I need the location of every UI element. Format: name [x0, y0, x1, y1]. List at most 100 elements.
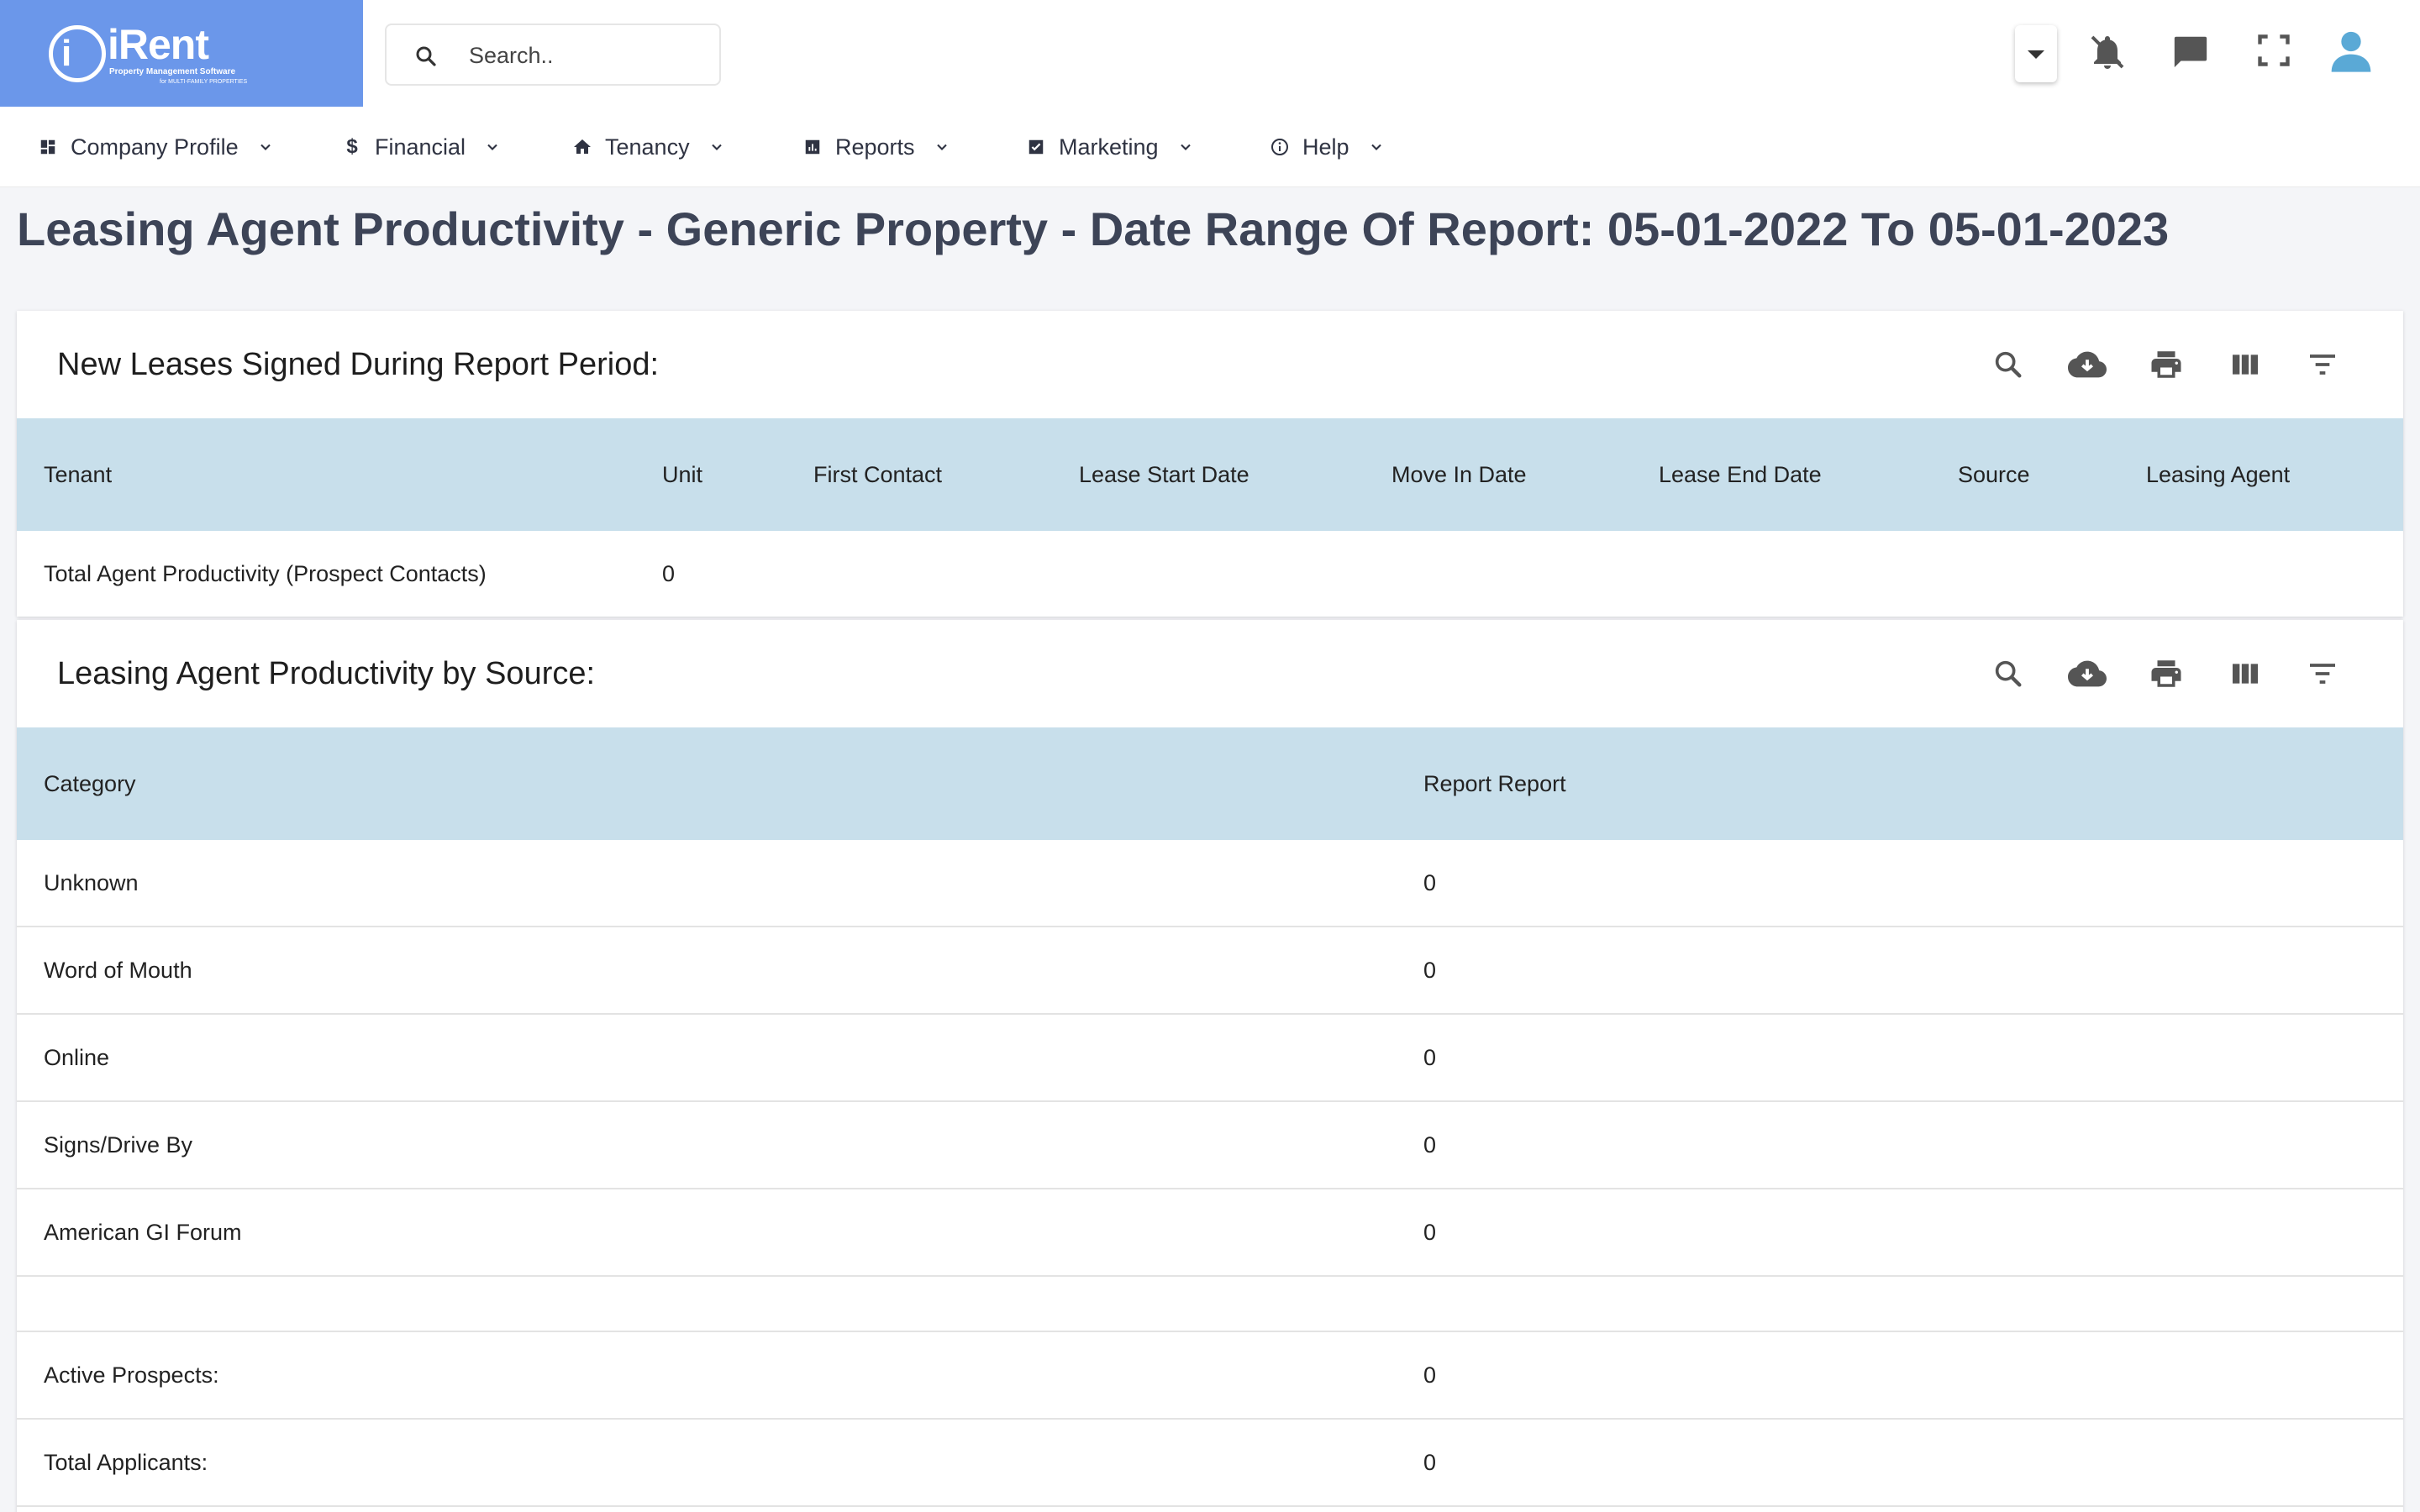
- card-title: New Leases Signed During Report Period:: [57, 346, 660, 382]
- chevron-down-icon: [487, 144, 497, 150]
- table-row: Unknown 0: [17, 840, 2403, 927]
- nav-reports[interactable]: Reports: [802, 107, 950, 187]
- cloud-download-icon: [2068, 660, 2107, 687]
- table-cell: Total Applicants:: [44, 1449, 208, 1475]
- home-icon: [571, 136, 593, 158]
- search-button[interactable]: [1988, 654, 2028, 694]
- column-header[interactable]: First Contact: [813, 418, 942, 531]
- page-title: Leasing Agent Productivity - Generic Pro…: [17, 202, 2170, 255]
- top-bar: i iRent Property Management Software for…: [0, 0, 2420, 107]
- nav-label: Reports: [835, 134, 915, 160]
- search-icon: [1995, 660, 2022, 687]
- nav-help[interactable]: Help: [1269, 107, 1385, 187]
- table-row: Total Applicants: 0: [17, 1420, 2403, 1507]
- dollar-icon: $: [346, 135, 358, 158]
- nav-label: Help: [1302, 134, 1349, 160]
- table-toolbar: [1988, 344, 2391, 385]
- table-cell: Active Prospects:: [44, 1362, 219, 1388]
- chevron-down-icon: [260, 144, 271, 150]
- card-title: Leasing Agent Productivity by Source:: [57, 655, 596, 691]
- table-toolbar: [1988, 654, 2391, 694]
- search-box[interactable]: [385, 24, 721, 86]
- table-cell: 0: [1423, 1449, 1437, 1475]
- column-header[interactable]: Tenant: [44, 418, 112, 531]
- table-cell: 0: [1423, 957, 1437, 983]
- table-header: Tenant Unit First Contact Lease Start Da…: [17, 418, 2403, 531]
- irent-logo[interactable]: i iRent Property Management Software for…: [0, 0, 363, 107]
- chevron-down-icon: [1370, 144, 1381, 150]
- table-cell: Word of Mouth: [44, 957, 192, 983]
- nav-label: Financial: [375, 134, 466, 160]
- dashboard-icon: [37, 136, 59, 158]
- table-cell: Unknown: [44, 869, 139, 895]
- filter-icon: [2310, 664, 2335, 684]
- fullscreen-icon[interactable]: [2255, 32, 2292, 69]
- column-header[interactable]: Report Report: [1423, 727, 1566, 840]
- nav-company-profile[interactable]: Company Profile: [37, 107, 274, 187]
- account-dropdown-button[interactable]: [2015, 25, 2057, 82]
- print-button[interactable]: [2146, 654, 2186, 694]
- chevron-down-icon: [711, 144, 722, 150]
- search-button[interactable]: [1988, 344, 2028, 385]
- table-cell: 0: [1423, 1219, 1437, 1245]
- column-header[interactable]: Source: [1958, 418, 2030, 531]
- table-cell: American GI Forum: [44, 1219, 242, 1245]
- search-icon: [416, 46, 436, 66]
- nav-label: Marketing: [1059, 134, 1159, 160]
- main-nav: Company Profile $ Financial Tenancy Repo…: [0, 107, 2420, 187]
- chevron-down-icon: [1180, 144, 1191, 150]
- bar-chart-icon: [802, 136, 823, 158]
- table-cell: 0: [1423, 1362, 1437, 1388]
- column-header[interactable]: Lease Start Date: [1079, 418, 1249, 531]
- new-leases-card: New Leases Signed During Report Period: …: [17, 311, 2403, 617]
- nav-marketing[interactable]: Marketing: [1025, 107, 1194, 187]
- table-cell: 0: [662, 560, 676, 586]
- table-row: Signs/Drive By 0: [17, 1102, 2403, 1189]
- nav-label: Tenancy: [605, 134, 690, 160]
- column-header[interactable]: Category: [44, 727, 136, 840]
- nav-financial[interactable]: $ Financial: [341, 107, 501, 187]
- table-cell: Online: [44, 1044, 110, 1070]
- table-row: Word of Mouth 0: [17, 927, 2403, 1015]
- checkbox-icon: [1025, 136, 1047, 158]
- table-row-spacer: [17, 1277, 2403, 1332]
- column-header[interactable]: Lease End Date: [1659, 418, 1822, 531]
- print-icon: [2151, 660, 2181, 687]
- logo-name: iRent: [108, 21, 209, 68]
- columns-button[interactable]: [2225, 654, 2265, 694]
- user-icon[interactable]: [2328, 27, 2375, 74]
- print-button[interactable]: [2146, 344, 2186, 385]
- search-icon: [1995, 351, 2022, 378]
- column-header[interactable]: Move In Date: [1392, 418, 1527, 531]
- nav-label: Company Profile: [71, 134, 239, 160]
- productivity-by-source-card: Leasing Agent Productivity by Source: Ca…: [17, 620, 2403, 1512]
- filter-button[interactable]: [2302, 654, 2343, 694]
- search-input[interactable]: [469, 37, 704, 74]
- column-header[interactable]: Leasing Agent: [2146, 418, 2290, 531]
- download-button[interactable]: [2067, 344, 2107, 385]
- logo-subtagline: for MULTI-FAMILY PROPERTIES: [160, 79, 248, 85]
- bell-off-icon[interactable]: [2087, 32, 2128, 72]
- download-button[interactable]: [2067, 654, 2107, 694]
- columns-button[interactable]: [2225, 344, 2265, 385]
- filter-icon: [2310, 354, 2335, 375]
- columns-icon: [2233, 354, 2258, 375]
- chevron-down-icon: [936, 144, 947, 150]
- table-row: Active Prospects: 0: [17, 1332, 2403, 1420]
- logo-mark: i: [49, 25, 106, 82]
- cloud-download-icon: [2068, 351, 2107, 378]
- columns-icon: [2233, 664, 2258, 684]
- table-cell: Signs/Drive By: [44, 1131, 193, 1158]
- filter-button[interactable]: [2302, 344, 2343, 385]
- chat-icon[interactable]: [2171, 32, 2210, 71]
- table-cell: Total Agent Productivity (Prospect Conta…: [44, 560, 487, 586]
- table-row: Online 0: [17, 1015, 2403, 1102]
- table-cell: 0: [1423, 869, 1437, 895]
- caret-down-icon: [2028, 50, 2044, 59]
- column-header[interactable]: Unit: [662, 418, 702, 531]
- table-row: Total Agent Productivity (Prospect Conta…: [17, 531, 2403, 617]
- table-row: American GI Forum 0: [17, 1189, 2403, 1277]
- nav-tenancy[interactable]: Tenancy: [571, 107, 725, 187]
- print-icon: [2151, 351, 2181, 378]
- info-icon: [1269, 136, 1291, 158]
